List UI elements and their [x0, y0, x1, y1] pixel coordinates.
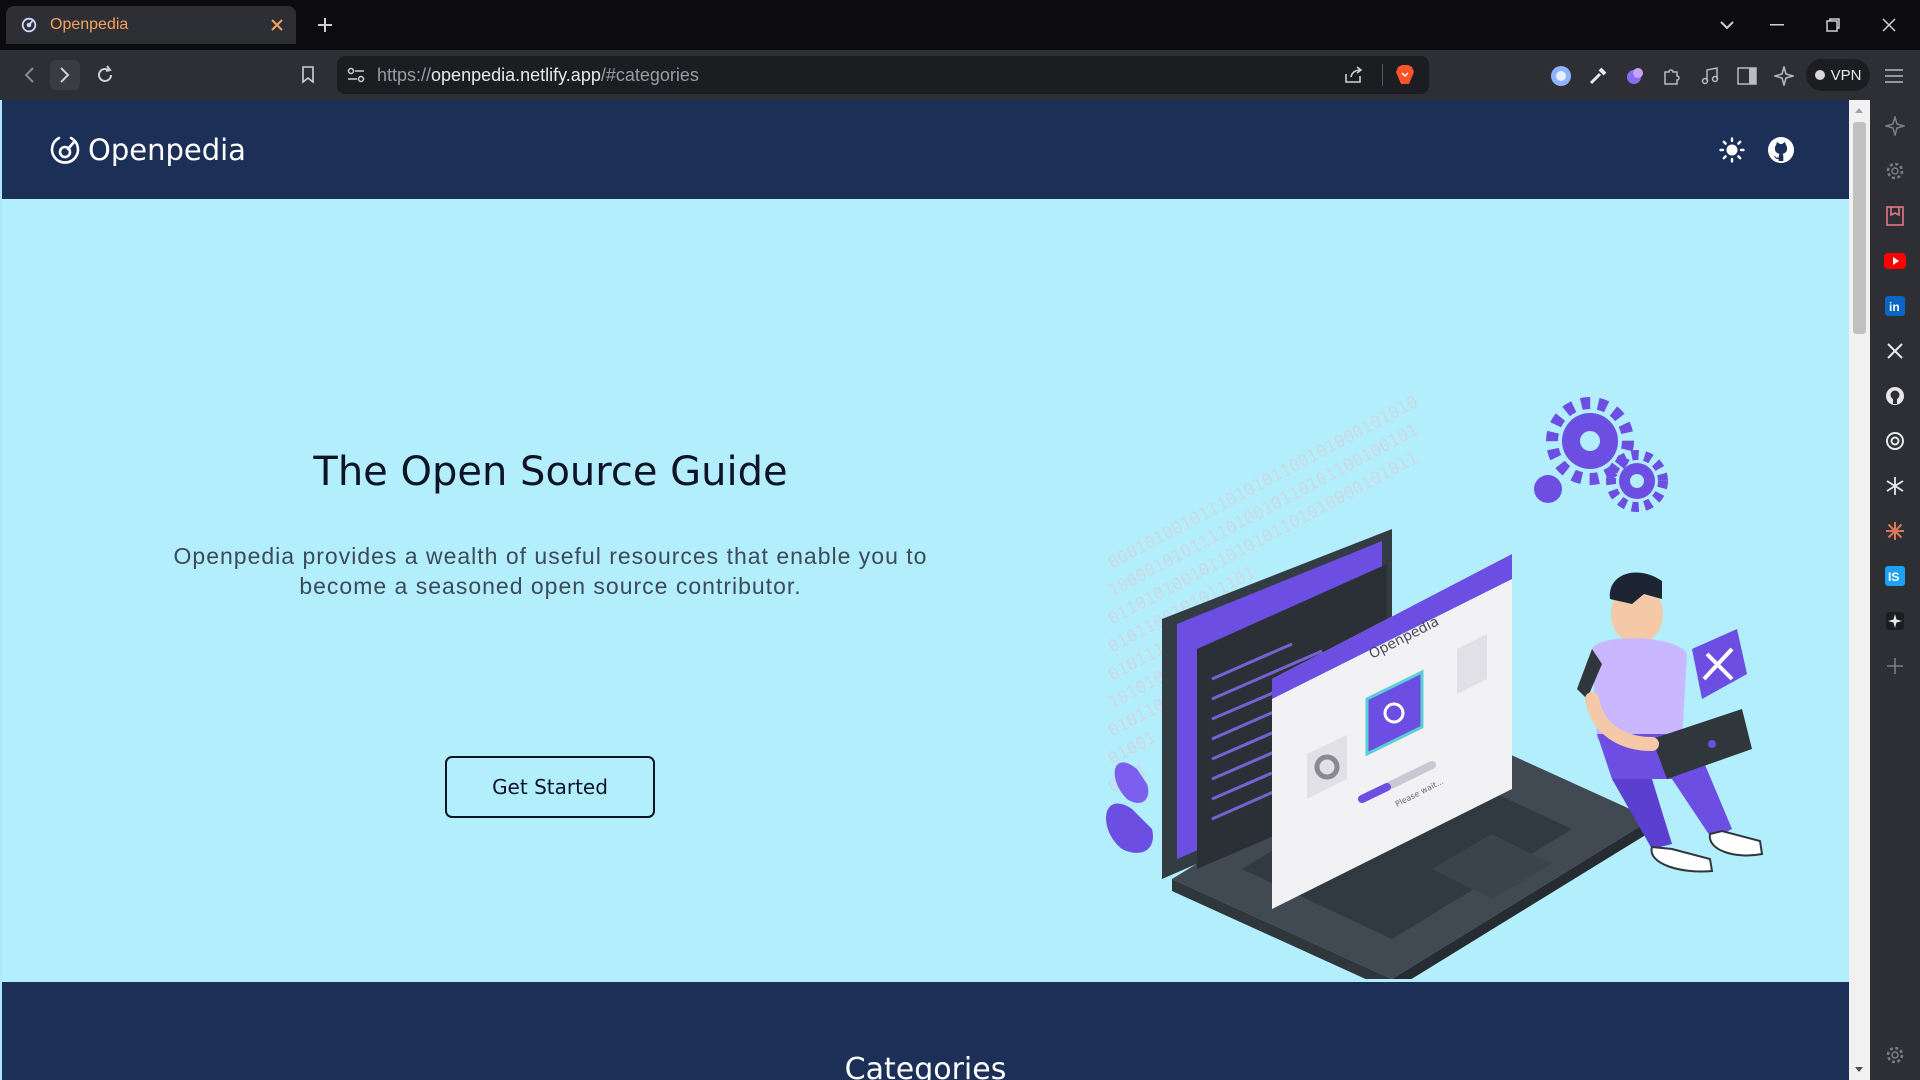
- categories-section: Categories: [2, 982, 1849, 1080]
- openpedia-logo-icon: [50, 136, 80, 164]
- sidebar-perplexity-icon[interactable]: [1880, 471, 1910, 501]
- categories-title: Categories: [844, 1052, 1007, 1080]
- back-arrow-icon[interactable]: [14, 60, 44, 90]
- hero-illustration: 0001010010111010101100101000101010 10000…: [1105, 392, 1764, 979]
- sidebar-leo-icon[interactable]: [1880, 111, 1910, 141]
- svg-text:IS: IS: [1888, 570, 1899, 584]
- share-icon[interactable]: [1344, 66, 1364, 84]
- leo-ai-icon[interactable]: [1770, 62, 1798, 90]
- scroll-up-arrow-icon[interactable]: [1854, 106, 1864, 114]
- sidebar-bookmarks-icon[interactable]: [1880, 201, 1910, 231]
- openpedia-favicon-icon: [21, 17, 37, 33]
- sidebar-x-icon[interactable]: [1880, 336, 1910, 366]
- address-bar[interactable]: https://openpedia.netlify.app/#categorie…: [337, 56, 1429, 94]
- url-host: openpedia.netlify.app: [431, 64, 601, 85]
- restore-window-icon[interactable]: [1810, 10, 1856, 40]
- url-text[interactable]: https://openpedia.netlify.app/#categorie…: [377, 65, 1344, 86]
- svg-text:in: in: [1889, 300, 1900, 314]
- sidebar-linkedin-icon[interactable]: in: [1880, 291, 1910, 321]
- hero-description: Openpedia provides a wealth of useful re…: [173, 543, 928, 599]
- url-path: /#categories: [600, 64, 699, 85]
- extension-purple-icon[interactable]: [1621, 62, 1649, 90]
- extensions-puzzle-icon[interactable]: [1658, 62, 1686, 90]
- get-started-button[interactable]: Get Started: [445, 756, 655, 818]
- sidebar-openai-icon[interactable]: [1880, 426, 1910, 456]
- bookmark-icon[interactable]: [293, 60, 323, 90]
- sidebar-claude-icon[interactable]: [1880, 516, 1910, 546]
- site-header: Openpedia: [2, 100, 1849, 199]
- sidebar-settings-gear-icon[interactable]: [1880, 156, 1910, 186]
- site-logo-text: Openpedia: [88, 132, 246, 167]
- new-tab-icon[interactable]: [312, 12, 338, 38]
- url-scheme: https://: [377, 64, 432, 85]
- menu-hamburger-icon[interactable]: [1880, 62, 1908, 90]
- color-picker-icon[interactable]: [1584, 62, 1612, 90]
- sidebar-add-icon[interactable]: [1880, 651, 1910, 681]
- page-viewport: Openpedia The Open Source Guide Openpedi…: [0, 100, 1849, 1080]
- sidebar-indiestack-icon[interactable]: IS: [1880, 561, 1910, 591]
- forward-arrow-icon[interactable]: [50, 60, 80, 90]
- music-note-icon[interactable]: [1696, 62, 1724, 90]
- scroll-down-arrow-icon[interactable]: [1854, 1066, 1864, 1074]
- gears-decoration: [1534, 397, 1668, 512]
- site-settings-icon[interactable]: [347, 67, 365, 83]
- tab-title: Openpedia: [50, 16, 129, 33]
- vpn-status-icon: [1814, 70, 1825, 80]
- theme-toggle-sun-icon[interactable]: [1717, 135, 1747, 165]
- brave-shields-icon[interactable]: [1395, 64, 1415, 86]
- hero-title: The Open Source Guide: [313, 449, 788, 495]
- sidebar-toggle-icon[interactable]: [1733, 62, 1761, 90]
- minimize-window-icon[interactable]: [1754, 10, 1800, 40]
- site-logo[interactable]: Openpedia: [48, 133, 246, 167]
- sidebar-customize-gear-icon[interactable]: [1880, 1040, 1910, 1070]
- close-tab-icon[interactable]: [264, 12, 290, 38]
- tools-badge-icon: [1692, 629, 1747, 699]
- laptop-illustration: Openpedia Please wait...: [1162, 529, 1652, 979]
- extension-search-icon[interactable]: [1547, 62, 1575, 90]
- vpn-label: VPN: [1830, 66, 1862, 84]
- sidebar-youtube-icon[interactable]: [1880, 246, 1910, 276]
- github-icon[interactable]: [1766, 135, 1796, 165]
- sidebar-gemini-icon[interactable]: [1880, 606, 1910, 636]
- sidebar-github-icon[interactable]: [1880, 381, 1910, 411]
- browser-tab-active[interactable]: Openpedia: [6, 6, 296, 44]
- hero-section: The Open Source Guide Openpedia provides…: [2, 199, 1849, 982]
- scrollbar-thumb[interactable]: [1853, 122, 1866, 334]
- tab-list-chevron-down-icon[interactable]: [1704, 10, 1750, 40]
- close-window-icon[interactable]: [1866, 10, 1912, 40]
- reload-icon[interactable]: [90, 60, 120, 90]
- vpn-button[interactable]: VPN: [1806, 59, 1870, 91]
